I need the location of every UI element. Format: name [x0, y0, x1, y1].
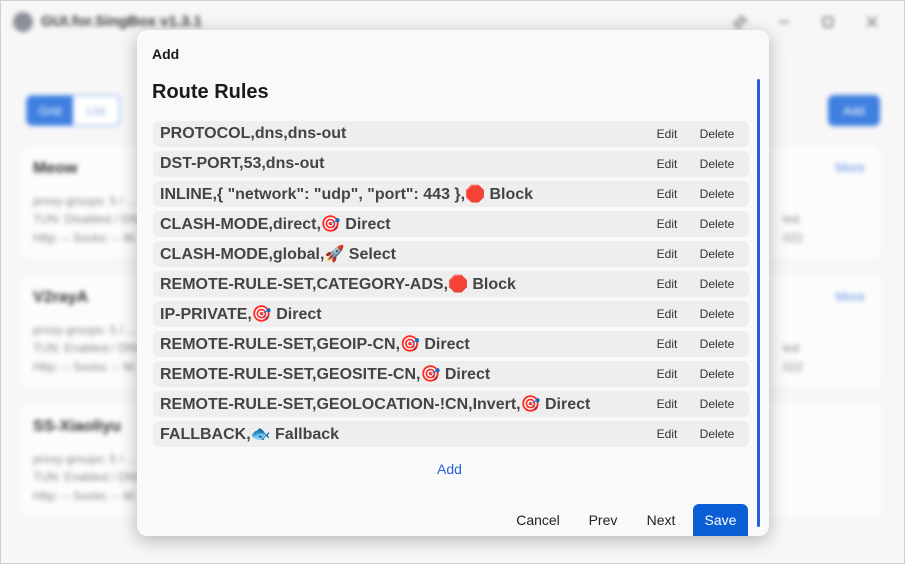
profile-info-right: 022 — [783, 231, 804, 245]
save-button[interactable]: Save — [693, 504, 748, 536]
rule-text: INLINE,{ "network": "udp", "port": 443 }… — [160, 186, 534, 203]
close-icon[interactable] — [861, 11, 883, 33]
rule-row: INLINE,{ "network": "udp", "port": 443 }… — [153, 181, 749, 207]
add-profile-modal: Add Route Rules PROTOCOL,dns,dns-out Edi… — [137, 30, 769, 536]
profile-info-line: Http: -- Socks: -- M... — [33, 489, 144, 503]
view-toggle-list[interactable]: List — [73, 96, 119, 125]
modal-scrollbar[interactable] — [757, 79, 760, 527]
profile-info-line: proxy-groups: 5 / ... — [33, 323, 137, 337]
rule-edit-button[interactable]: Edit — [643, 307, 691, 321]
rule-text: REMOTE-RULE-SET,GEOLOCATION-!CN,Invert,🎯… — [160, 396, 591, 413]
rule-edit-button[interactable]: Edit — [643, 397, 691, 411]
rule-row: DST-PORT,53,dns-out Edit Delete — [153, 151, 749, 177]
rule-row: REMOTE-RULE-SET,GEOSITE-CN,🎯 Direct Edit… — [153, 361, 749, 387]
rule-text: REMOTE-RULE-SET,GEOSITE-CN,🎯 Direct — [160, 366, 491, 383]
rule-edit-button[interactable]: Edit — [643, 217, 691, 231]
profile-info-line: proxy-groups: 5 / ... — [33, 452, 137, 466]
rule-text: FALLBACK,🐟 Fallback — [160, 426, 340, 443]
profile-info-line: proxy-groups: 5 / ... — [33, 194, 137, 208]
rule-row: FALLBACK,🐟 Fallback Edit Delete — [153, 421, 749, 447]
rule-row: CLASH-MODE,direct,🎯 Direct Edit Delete — [153, 211, 749, 237]
app-title: GUI.for.SingBox v1.3.1 — [41, 13, 202, 30]
maximize-icon[interactable] — [817, 11, 839, 33]
rule-row: CLASH-MODE,global,🚀 Select Edit Delete — [153, 241, 749, 267]
profile-name: Meow — [33, 160, 78, 177]
rule-text: PROTOCOL,dns,dns-out — [160, 125, 347, 142]
rule-delete-button[interactable]: Delete — [691, 217, 743, 231]
rule-row: REMOTE-RULE-SET,GEOLOCATION-!CN,Invert,🎯… — [153, 391, 749, 417]
rule-edit-button[interactable]: Edit — [643, 277, 691, 291]
rule-delete-button[interactable]: Delete — [691, 187, 743, 201]
profile-more-link[interactable]: More — [835, 160, 865, 175]
profile-info-right: led — [783, 212, 800, 226]
app-logo-icon — [13, 12, 33, 32]
rule-delete-button[interactable]: Delete — [691, 367, 743, 381]
next-button[interactable]: Next — [639, 504, 683, 536]
view-toggle-grid[interactable]: Grid — [27, 96, 73, 125]
rule-text: REMOTE-RULE-SET,GEOIP-CN,🎯 Direct — [160, 336, 470, 353]
rule-edit-button[interactable]: Edit — [643, 427, 691, 441]
prev-button[interactable]: Prev — [581, 504, 625, 536]
rule-edit-button[interactable]: Edit — [643, 367, 691, 381]
rule-delete-button[interactable]: Delete — [691, 277, 743, 291]
rule-row: REMOTE-RULE-SET,GEOIP-CN,🎯 Direct Edit D… — [153, 331, 749, 357]
profile-name: SS-Xiaoliyu — [33, 418, 122, 435]
rule-row: PROTOCOL,dns,dns-out Edit Delete — [153, 121, 749, 147]
profile-name: V2rayA — [33, 289, 89, 306]
rule-delete-button[interactable]: Delete — [691, 397, 743, 411]
minimize-icon[interactable] — [773, 11, 795, 33]
rule-text: DST-PORT,53,dns-out — [160, 155, 325, 172]
profile-more-link[interactable]: More — [835, 289, 865, 304]
rule-edit-button[interactable]: Edit — [643, 337, 691, 351]
section-title: Route Rules — [152, 81, 269, 103]
view-toggle[interactable]: Grid List — [26, 95, 120, 126]
modal-title: Add — [152, 46, 180, 62]
rule-delete-button[interactable]: Delete — [691, 247, 743, 261]
rule-delete-button[interactable]: Delete — [691, 307, 743, 321]
rule-edit-button[interactable]: Edit — [643, 157, 691, 171]
rule-text: CLASH-MODE,direct,🎯 Direct — [160, 216, 391, 233]
add-rule-button[interactable]: Add — [437, 461, 462, 477]
rule-delete-button[interactable]: Delete — [691, 127, 743, 141]
rule-edit-button[interactable]: Edit — [643, 127, 691, 141]
rule-edit-button[interactable]: Edit — [643, 247, 691, 261]
rule-row: REMOTE-RULE-SET,CATEGORY-ADS,🛑 Block Edi… — [153, 271, 749, 297]
add-profile-button[interactable]: Add — [828, 95, 880, 126]
rule-row: IP-PRIVATE,🎯 Direct Edit Delete — [153, 301, 749, 327]
rule-text: IP-PRIVATE,🎯 Direct — [160, 306, 322, 323]
cancel-button[interactable]: Cancel — [505, 504, 571, 536]
route-rules-list: PROTOCOL,dns,dns-out Edit Delete DST-POR… — [153, 121, 749, 451]
rule-delete-button[interactable]: Delete — [691, 427, 743, 441]
profile-info-line: Http: -- Socks: -- M... — [33, 231, 144, 245]
rule-text: REMOTE-RULE-SET,CATEGORY-ADS,🛑 Block — [160, 276, 516, 293]
rule-delete-button[interactable]: Delete — [691, 337, 743, 351]
profile-info-right: 022 — [783, 360, 804, 374]
rule-delete-button[interactable]: Delete — [691, 157, 743, 171]
profile-info-right: led — [783, 341, 800, 355]
profile-info-line: Http: -- Socks: -- M... — [33, 360, 144, 374]
rule-edit-button[interactable]: Edit — [643, 187, 691, 201]
rule-text: CLASH-MODE,global,🚀 Select — [160, 246, 396, 263]
